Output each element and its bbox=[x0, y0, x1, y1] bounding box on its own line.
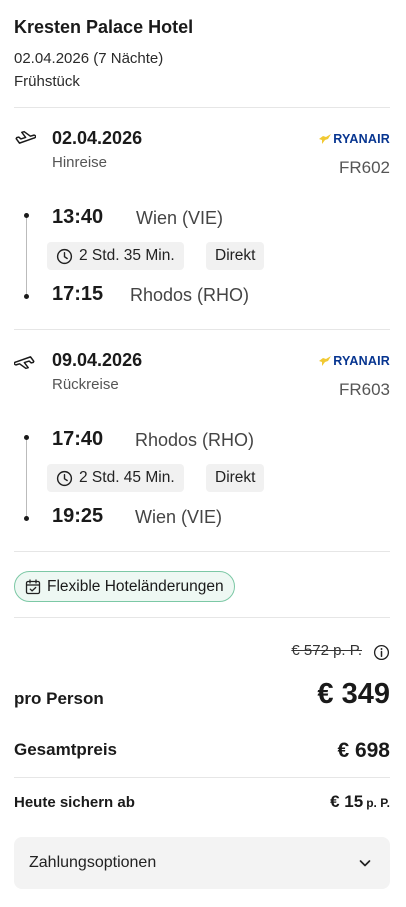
outbound-departure-time: 13:40 bbox=[52, 206, 104, 228]
deposit-label: Heute sichern ab bbox=[14, 794, 135, 811]
chevron-down-icon bbox=[359, 860, 371, 867]
per-person-price: € 349 bbox=[317, 678, 390, 710]
per-person-label: pro Person bbox=[14, 689, 104, 708]
return-departure-place: Rhodos (RHO) bbox=[135, 430, 255, 450]
stops-text: Direkt bbox=[215, 469, 256, 486]
duration-text: 2 Std. 35 Min. bbox=[79, 247, 175, 264]
stops-text: Direkt bbox=[215, 247, 256, 264]
return-type: Rückreise bbox=[52, 376, 119, 393]
flexible-changes-badge[interactable]: Flexible Hoteländerungen bbox=[14, 571, 235, 602]
clock-icon bbox=[56, 248, 73, 264]
timeline-dot bbox=[24, 516, 29, 521]
timeline-line bbox=[26, 438, 27, 518]
timeline-dot bbox=[24, 213, 29, 218]
return-date: 09.04.2026 bbox=[52, 350, 143, 370]
airline-name: RYANAIR bbox=[333, 132, 390, 146]
duration-chip: 2 Std. 35 Min. bbox=[47, 242, 184, 270]
timeline-dot bbox=[24, 294, 29, 299]
return-arrival-time: 19:25 bbox=[52, 505, 104, 527]
info-icon[interactable] bbox=[373, 644, 390, 661]
payment-options-dropdown[interactable]: Zahlungsoptionen bbox=[14, 837, 390, 889]
divider bbox=[14, 551, 390, 552]
outbound-departure-place: Wien (VIE) bbox=[136, 208, 224, 228]
divider bbox=[14, 107, 390, 108]
airline-logo: RYANAIR bbox=[319, 132, 390, 146]
return-arrival-place: Wien (VIE) bbox=[135, 507, 223, 527]
total-label: Gesamtpreis bbox=[14, 740, 117, 759]
outbound-arrival-place: Rhodos (RHO) bbox=[130, 285, 250, 305]
outbound-type: Hinreise bbox=[52, 154, 108, 171]
airline-logo: RYANAIR bbox=[319, 354, 390, 368]
plane-landing-icon bbox=[14, 356, 35, 370]
deposit-price: € 15 p. P. bbox=[330, 792, 390, 812]
total-price: € 698 bbox=[337, 739, 390, 762]
timeline-line bbox=[26, 216, 27, 296]
outbound-flight-number: FR602 bbox=[338, 158, 390, 177]
divider bbox=[14, 617, 390, 618]
ryanair-harp-icon bbox=[319, 134, 332, 144]
deposit-amount: € 15 bbox=[330, 792, 364, 811]
divider bbox=[14, 777, 390, 778]
hotel-name: Kresten Palace Hotel bbox=[14, 17, 194, 37]
old-price: € 572 p. P. bbox=[291, 642, 362, 659]
hotel-board: Frühstück bbox=[14, 73, 80, 90]
outbound-arrival-time: 17:15 bbox=[52, 283, 104, 305]
plane-takeoff-icon bbox=[15, 130, 36, 144]
clock-icon bbox=[56, 470, 73, 486]
divider bbox=[14, 329, 390, 330]
stops-chip: Direkt bbox=[206, 464, 265, 492]
calendar-check-icon bbox=[25, 578, 41, 594]
return-departure-time: 17:40 bbox=[52, 428, 104, 450]
duration-chip: 2 Std. 45 Min. bbox=[47, 464, 184, 492]
ryanair-harp-icon bbox=[319, 356, 332, 366]
stops-chip: Direkt bbox=[206, 242, 265, 270]
badge-label: Flexible Hoteländerungen bbox=[47, 577, 224, 595]
outbound-date: 02.04.2026 bbox=[52, 128, 143, 148]
payment-options-label: Zahlungsoptionen bbox=[29, 854, 157, 871]
duration-text: 2 Std. 45 Min. bbox=[79, 469, 175, 486]
return-flight-number: FR603 bbox=[338, 380, 390, 399]
airline-name: RYANAIR bbox=[333, 354, 390, 368]
timeline-dot bbox=[24, 435, 29, 440]
hotel-dates: 02.04.2026 (7 Nächte) bbox=[14, 50, 164, 67]
deposit-suffix: p. P. bbox=[366, 796, 390, 810]
